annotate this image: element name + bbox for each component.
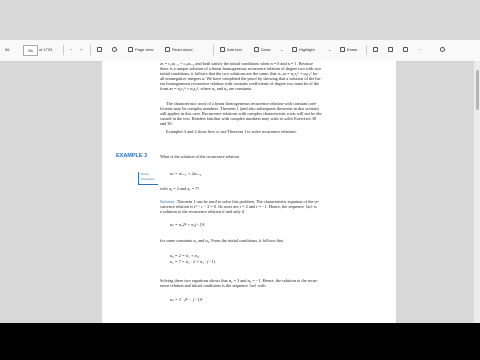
zoom-out-button[interactable]: − (70, 47, 72, 53)
vertical-scrollbar[interactable] (474, 61, 480, 323)
highlight-dropdown[interactable]: ⌄ (328, 47, 331, 53)
fit-icon (97, 47, 102, 53)
draw-label: Draw (261, 47, 271, 52)
page-view-label: Page view (135, 47, 154, 52)
divider (366, 45, 367, 55)
pdf-toolbar: 56 56 of 1793 − + Page view Read aloud A… (0, 40, 480, 62)
final-solution-equation: aₙ = 3 · 2ⁿ − (−1)ⁿ. (170, 297, 204, 302)
initial-equation-2: a₁ = 7 = α₁ · 2 + α₂ · (−1). (170, 259, 217, 264)
fit-page-button[interactable] (97, 47, 104, 53)
document-page: aₙ = c₁aₙ₋₁ + c₂aₙ₋₂ and both satisfy th… (102, 61, 396, 323)
more-options-button[interactable]: ⋯ (418, 47, 422, 53)
divider (90, 45, 91, 55)
add-text-button[interactable]: Add text (220, 47, 242, 53)
read-aloud-label: Read aloud (172, 47, 193, 52)
read-aloud-icon (165, 47, 170, 53)
eraser-icon (340, 47, 345, 53)
general-solution-equation: aₙ = α₁2ⁿ + α₂(−1)ⁿ, (170, 222, 206, 227)
print-button[interactable] (373, 47, 380, 53)
add-text-icon (220, 47, 225, 53)
add-text-label: Add text (227, 47, 242, 52)
text-line: for some constants α₁ and α₂. From the i… (160, 238, 284, 243)
draw-dropdown[interactable]: ⌄ (280, 47, 283, 53)
text-line: cussed in the text. Readers familiar wit… (160, 116, 316, 121)
text-line: Examples 3 and 4 show how to use Theorem… (166, 129, 297, 134)
print-icon (373, 47, 378, 53)
recurrence-equation: aₙ = aₙ₋₁ + 2aₙ₋₂ (170, 171, 202, 176)
erase-button[interactable]: Erase (340, 47, 357, 53)
text-line: and 39. (160, 121, 173, 126)
example-label: EXAMPLE 3 (116, 153, 148, 159)
initial-conditions: with a₀ = 2 and a₁ = 7? (160, 186, 200, 191)
save-icon (388, 47, 393, 53)
text-line: rence relation and initial conditions is… (160, 283, 266, 288)
text-line: form aₙ = α₁r₁ⁿ + α₂r₂ⁿ, where α₁ and α₂… (160, 86, 253, 91)
divider (213, 45, 214, 55)
highlight-button[interactable]: Highlight (292, 47, 315, 53)
page-total: of 1793 (39, 47, 53, 52)
page-view-button[interactable]: Page view (128, 47, 153, 53)
rotate-icon (112, 47, 117, 53)
save-button[interactable] (388, 47, 395, 53)
page-number-input[interactable]: 56 (23, 45, 38, 56)
page-label: 56 (5, 47, 10, 52)
save-as-icon (403, 47, 408, 53)
highlight-icon (292, 47, 297, 53)
read-aloud-button[interactable]: Read aloud (165, 47, 192, 53)
page-number-value: 56 (28, 48, 33, 53)
page-view-icon (128, 47, 133, 53)
scrollbar-thumb[interactable] (476, 70, 479, 110)
settings-button[interactable] (440, 47, 447, 53)
zoom-in-button[interactable]: + (80, 47, 82, 53)
erase-label: Erase (347, 47, 358, 52)
draw-icon (254, 47, 259, 53)
example-question: What is the solution of the recurrence r… (160, 154, 239, 159)
initial-equation-1: a₀ = 2 = α₁ + α₂, (170, 253, 200, 258)
text-line: a solution to the recurrence relation if… (160, 209, 245, 214)
divider (63, 45, 64, 55)
highlight-label: Highlight (299, 47, 315, 52)
pdf-viewer: 56 56 of 1793 − + Page view Read aloud A… (0, 0, 480, 323)
save-as-button[interactable] (403, 47, 410, 53)
rotate-button[interactable] (112, 47, 119, 53)
extra-examples-link[interactable]: Extra Examples (138, 172, 158, 185)
examples-label: Examples (141, 176, 155, 181)
draw-button[interactable]: Draw (254, 47, 270, 53)
gear-icon (440, 47, 445, 53)
